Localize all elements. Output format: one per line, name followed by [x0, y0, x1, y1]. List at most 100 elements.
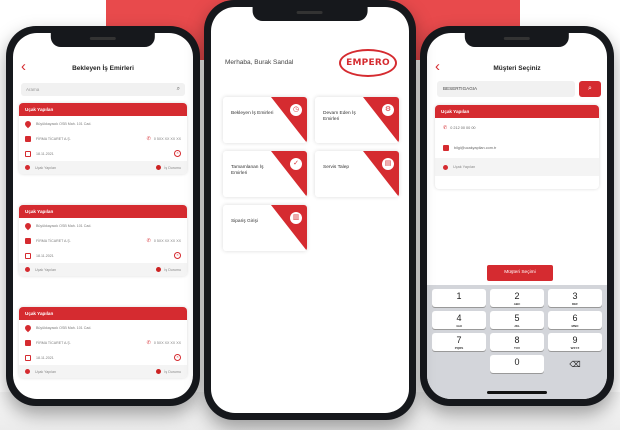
- person-icon: [25, 369, 30, 374]
- phone-row: ✆ 0 212 00 00 00: [435, 118, 599, 138]
- search-placeholder: Arama: [26, 87, 40, 92]
- key-0[interactable]: 0: [490, 355, 544, 373]
- chevron-left-icon[interactable]: ‹: [21, 59, 26, 75]
- mail-icon: [443, 145, 449, 151]
- contact-text: Uçak Yapılan: [453, 165, 476, 169]
- card-footer: Uçak Yapılan İş Durumu: [19, 263, 187, 276]
- status-text[interactable]: İş Durumu: [164, 166, 181, 170]
- company-row: FİRMA TİCARET A.Ş. ✆ 0 5XX XX XX XX: [19, 233, 187, 248]
- notch: [464, 33, 570, 47]
- phone-pending-orders: ‹ Bekleyen İş Emirleri Arama ⌕ Uçak Yapı…: [6, 26, 200, 406]
- nav-bar: ‹ Bekleyen İş Emirleri: [13, 57, 193, 79]
- search-input[interactable]: BESERTIGAGIA: [437, 81, 575, 97]
- status-text[interactable]: İş Durumu: [164, 370, 181, 374]
- calendar-icon: [25, 150, 31, 157]
- empero-logo: EMPERO: [339, 49, 397, 77]
- person-icon: [25, 267, 30, 272]
- order-card[interactable]: Uçak Yapılan Büyükkayacık OSB Mah. 101 C…: [19, 205, 187, 276]
- assignee-text: Uçak Yapılan: [35, 369, 57, 374]
- tile-corner: [271, 205, 307, 251]
- gear-icon: ⚙: [382, 104, 394, 116]
- cancel-icon[interactable]: ×: [174, 354, 181, 361]
- home-indicator: [487, 391, 547, 394]
- notch: [252, 7, 368, 21]
- tile-completed-orders[interactable]: Tamamlanan İş Emirleri ✓: [223, 151, 307, 197]
- key-4[interactable]: 4 GHI: [432, 311, 486, 329]
- phone-icon: ✆: [443, 125, 448, 131]
- company-row: FİRMA TİCARET A.Ş. ✆ 0 5XX XX XX XX: [19, 335, 187, 350]
- tile-pending-orders[interactable]: Bekleyen İş Emirleri ◷: [223, 97, 307, 143]
- screen: ‹ Bekleyen İş Emirleri Arama ⌕ Uçak Yapı…: [13, 33, 193, 399]
- tile-corner: [271, 97, 307, 143]
- tile-corner: [363, 97, 399, 143]
- card-header: Uçak Yapılan: [19, 103, 187, 116]
- search-icon[interactable]: ⌕: [177, 86, 180, 93]
- tile-order-entry[interactable]: Sipariş Girişi ▥: [223, 205, 307, 251]
- address-text: Büyükkayacık OSB Mah. 101 Cad.: [36, 223, 92, 228]
- customer-card[interactable]: Uçak Yapılan ✆ 0 212 00 00 00 bilgi@ucaky…: [435, 105, 599, 189]
- person-icon: [443, 164, 448, 170]
- building-icon: [25, 237, 31, 244]
- backspace-icon[interactable]: ⌫: [548, 355, 602, 373]
- cart-icon: ▥: [290, 212, 302, 224]
- cancel-icon[interactable]: ×: [174, 252, 181, 259]
- company-row: FİRMA TİCARET A.Ş. ✆ 0 5XX XX XX XX: [19, 131, 187, 146]
- key-2[interactable]: 2 ABC: [490, 289, 544, 307]
- date-text: 18.11.2021: [36, 355, 54, 360]
- email-row: bilgi@ucakyapilan.com.tr: [435, 138, 599, 158]
- notch: [50, 33, 156, 47]
- key-9[interactable]: 9 WXYZ: [548, 333, 602, 351]
- order-card[interactable]: Uçak Yapılan Büyükkayacık OSB Mah. 101 C…: [19, 103, 187, 174]
- key-3[interactable]: 3 DEF: [548, 289, 602, 307]
- search-button[interactable]: ⌕: [579, 81, 601, 97]
- company-text: FİRMA TİCARET A.Ş.: [36, 238, 71, 243]
- address-row: Büyükkayacık OSB Mah. 101 Cad.: [19, 320, 187, 335]
- phone-customer-select: ‹ Müşteri Seçiniz BESERTIGAGIA ⌕ Uçak Ya…: [420, 26, 614, 406]
- phone-icon[interactable]: ✆: [147, 340, 151, 346]
- cancel-icon[interactable]: ×: [174, 150, 181, 157]
- date-row: 18.11.2021 ×: [19, 248, 187, 263]
- select-customer-button[interactable]: Müşteri Seçimi: [487, 265, 553, 281]
- key-6[interactable]: 6 MNO: [548, 311, 602, 329]
- key-1[interactable]: 1: [432, 289, 486, 307]
- tile-ongoing-orders[interactable]: Devam Eden İş Emirleri ⚙: [315, 97, 399, 143]
- phone-icon[interactable]: ✆: [147, 238, 151, 244]
- calendar-icon: [25, 252, 31, 259]
- screen: Merhaba, Burak Sandal EMPERO Bekleyen İş…: [211, 7, 409, 413]
- address-row: Büyükkayacık OSB Mah. 101 Cad.: [19, 116, 187, 131]
- key-7[interactable]: 7 PQRS: [432, 333, 486, 351]
- person-icon: [25, 165, 30, 170]
- form-icon: ▤: [382, 158, 394, 170]
- search-icon: ⌕: [588, 85, 592, 92]
- assignee-text: Uçak Yapılan: [35, 165, 57, 170]
- phone-text[interactable]: 0 5XX XX XX XX: [154, 137, 181, 141]
- phone-text[interactable]: 0 5XX XX XX XX: [154, 341, 181, 345]
- email-text[interactable]: bilgi@ucakyapilan.com.tr: [454, 146, 496, 150]
- address-text: Büyükkayacık OSB Mah. 101 Cad.: [36, 325, 92, 330]
- location-icon: [23, 221, 33, 230]
- phone-text[interactable]: 0 212 00 00 00: [450, 126, 475, 130]
- key-5[interactable]: 5 JKL: [490, 311, 544, 329]
- key-8[interactable]: 8 TUV: [490, 333, 544, 351]
- date-row: 18.11.2021 ×: [19, 350, 187, 365]
- building-icon: [25, 339, 31, 346]
- company-text: FİRMA TİCARET A.Ş.: [36, 136, 71, 141]
- phone-icon[interactable]: ✆: [147, 136, 151, 142]
- tile-corner: [363, 151, 399, 197]
- address-row: Büyükkayacık OSB Mah. 101 Cad.: [19, 218, 187, 233]
- chevron-left-icon[interactable]: ‹: [435, 59, 440, 75]
- gear-icon: [156, 369, 162, 374]
- card-footer: Uçak Yapılan İş Durumu: [19, 365, 187, 378]
- status-text[interactable]: İş Durumu: [164, 268, 181, 272]
- clock-icon: ◷: [290, 104, 302, 116]
- order-card[interactable]: Uçak Yapılan Büyükkayacık OSB Mah. 101 C…: [19, 307, 187, 378]
- contact-row: Uçak Yapılan: [435, 158, 599, 176]
- address-text: Büyükkayacık OSB Mah. 101 Cad.: [36, 121, 92, 126]
- search-input[interactable]: Arama ⌕: [21, 83, 185, 96]
- tile-service-request[interactable]: Servis Talep ▤: [315, 151, 399, 197]
- phone-text[interactable]: 0 5XX XX XX XX: [154, 239, 181, 243]
- tile-corner: [271, 151, 307, 197]
- assignee-text: Uçak Yapılan: [35, 267, 57, 272]
- location-icon: [23, 119, 33, 128]
- calendar-icon: [25, 354, 31, 361]
